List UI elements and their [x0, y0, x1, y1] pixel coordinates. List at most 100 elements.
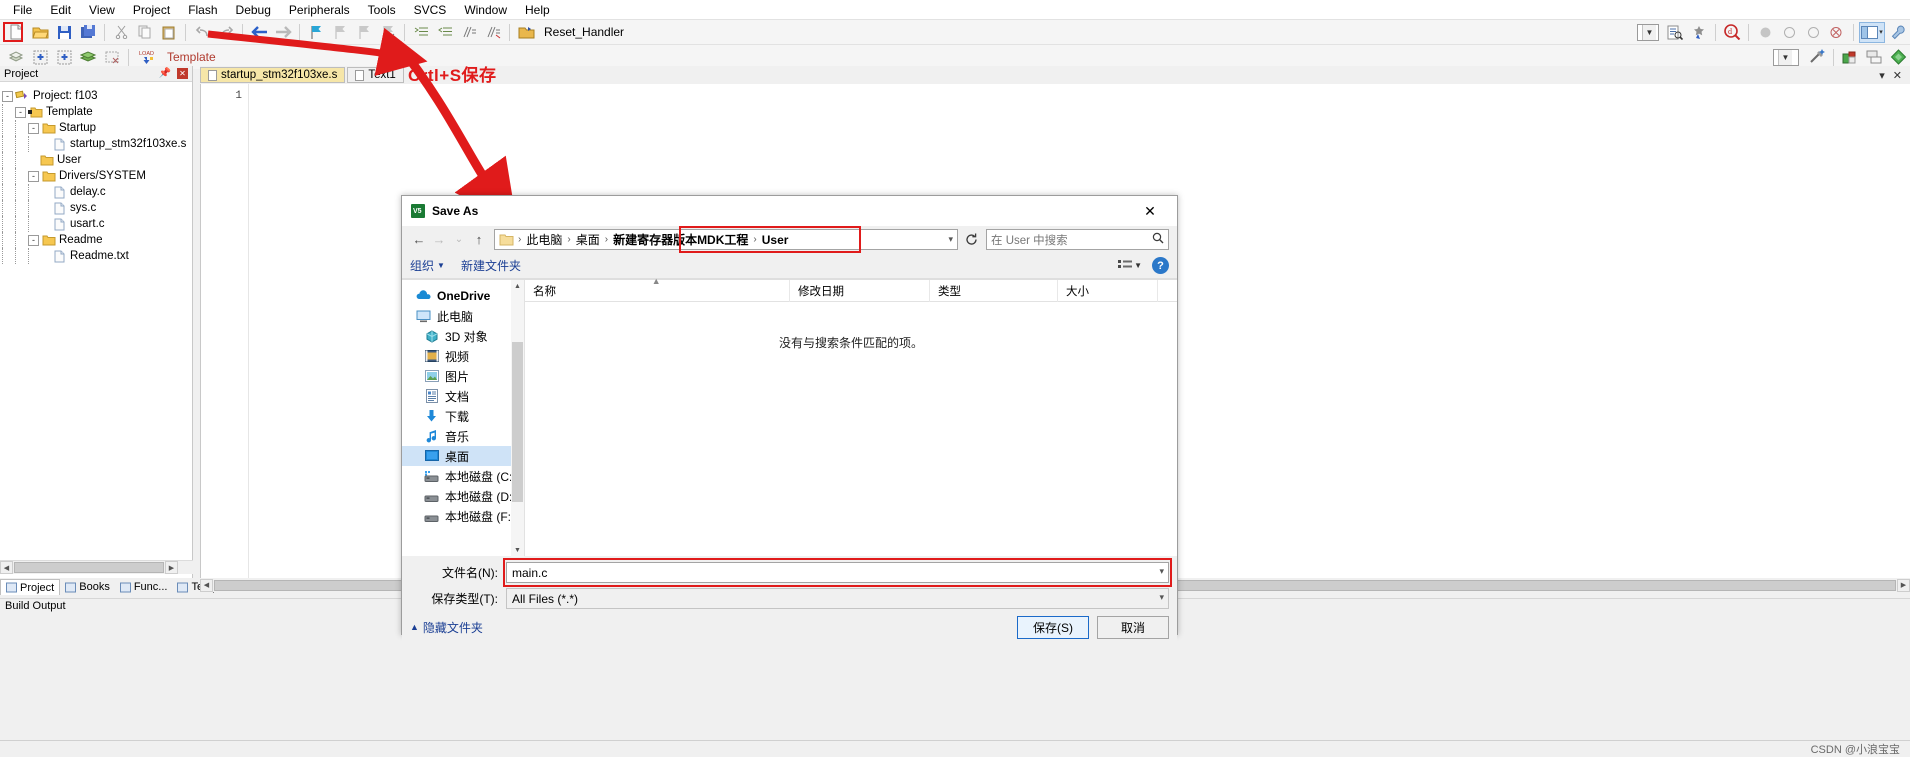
scroll-right-icon[interactable]: ▶	[165, 561, 178, 574]
comment-icon[interactable]	[458, 22, 480, 43]
tree-item-delay-c[interactable]: delay.c	[2, 184, 192, 200]
filetype-select[interactable]: All Files (*.*)	[506, 588, 1169, 609]
bookmark-prev-icon[interactable]	[353, 22, 375, 43]
tree-item-readme[interactable]: - Readme	[2, 232, 192, 248]
cut-icon[interactable]	[110, 22, 132, 43]
project-panel-hscrollbar[interactable]: ◀ ▶	[0, 560, 193, 574]
breakpoint-disable-icon[interactable]	[1778, 22, 1800, 43]
target-options-icon[interactable]	[1806, 47, 1828, 68]
menu-item-debug[interactable]: Debug	[227, 1, 280, 19]
menu-item-svcs[interactable]: SVCS	[405, 1, 456, 19]
place-item-documents[interactable]: 文档	[402, 386, 524, 406]
back-icon[interactable]: ←	[410, 230, 428, 250]
editor-tab-startup[interactable]: startup_stm32f103xe.s	[200, 67, 346, 83]
tree-expander-icon[interactable]: -	[28, 234, 39, 246]
tree-expander-icon[interactable]: -	[28, 122, 39, 134]
configure-toolbox-icon[interactable]	[1887, 22, 1909, 43]
breadcrumb-segment-3[interactable]: User	[759, 233, 792, 247]
indent-icon[interactable]	[410, 22, 432, 43]
cancel-button[interactable]: 取消	[1097, 615, 1169, 639]
pin-icon[interactable]: 📌	[159, 68, 171, 79]
address-bar[interactable]: › 此电脑 › 桌面 › 新建寄存器版本MDK工程 › User ▾	[494, 226, 958, 253]
undo-icon[interactable]	[191, 22, 213, 43]
clean-icon[interactable]	[101, 47, 123, 68]
refresh-icon[interactable]	[960, 229, 982, 250]
up-icon[interactable]: ↑	[470, 230, 488, 250]
place-item-videos[interactable]: 视频	[402, 346, 524, 366]
build-icon[interactable]	[29, 47, 51, 68]
column-header-3[interactable]: 大小	[1058, 279, 1158, 302]
save-all-icon[interactable]	[77, 22, 99, 43]
breadcrumb-segment-2[interactable]: 新建寄存器版本MDK工程	[610, 231, 751, 248]
tree-item-sys-c[interactable]: sys.c	[2, 200, 192, 216]
tree-item-readme-txt[interactable]: Readme.txt	[2, 248, 192, 264]
tree-item-startup-stm32f103xe-s[interactable]: startup_stm32f103xe.s	[2, 136, 192, 152]
translate-icon[interactable]	[5, 47, 27, 68]
window-layout-icon[interactable]: ▾	[1859, 21, 1885, 43]
editor-tab-text1[interactable]: Text1	[347, 67, 404, 83]
bookmark-icon[interactable]	[305, 22, 327, 43]
forward-icon[interactable]	[272, 22, 294, 43]
scroll-up-icon[interactable]: ▲	[511, 280, 524, 293]
organize-button[interactable]: 组织 ▼	[410, 257, 445, 274]
debug-session-icon[interactable]: d	[1721, 22, 1743, 43]
column-header-2[interactable]: 类型	[930, 279, 1058, 302]
save-button[interactable]: 保存(S)	[1017, 615, 1089, 639]
column-header-1[interactable]: 修改日期	[790, 279, 930, 302]
tree-expander-icon[interactable]: -	[2, 90, 13, 102]
breadcrumb[interactable]: › 此电脑 › 桌面 › 新建寄存器版本MDK工程 › User ▾	[494, 229, 958, 250]
tree-expander-icon[interactable]: -	[28, 170, 39, 182]
target-select-dropdown[interactable]: ▼	[1773, 48, 1799, 66]
menu-item-peripherals[interactable]: Peripherals	[280, 1, 359, 19]
project-tree[interactable]: - Project: f103- Template - Startup startup_s…	[0, 82, 192, 264]
uncomment-icon[interactable]	[482, 22, 504, 43]
place-item-this-pc[interactable]: 此电脑	[402, 306, 524, 326]
menu-item-flash[interactable]: Flash	[179, 1, 226, 19]
scroll-thumb[interactable]	[512, 342, 523, 502]
scroll-right-icon[interactable]: ▶	[1897, 578, 1910, 592]
tab-close-icon[interactable]: ✕	[1893, 69, 1902, 82]
target-function-dropdown[interactable]: ▼	[1637, 23, 1659, 41]
copy-icon[interactable]	[134, 22, 156, 43]
manage-project-items-icon[interactable]	[1839, 47, 1861, 68]
outdent-icon[interactable]	[434, 22, 456, 43]
menu-item-view[interactable]: View	[80, 1, 124, 19]
download-icon[interactable]: LOAD	[134, 47, 160, 68]
tree-item-usart-c[interactable]: usart.c	[2, 216, 192, 232]
open-folder-icon[interactable]	[29, 22, 51, 43]
place-item-desktop[interactable]: 桌面	[402, 446, 524, 466]
menu-item-window[interactable]: Window	[455, 1, 516, 19]
forward-icon[interactable]: →	[430, 230, 448, 250]
chevron-down-icon[interactable]: ▾	[948, 234, 953, 245]
save-icon[interactable]	[53, 22, 75, 43]
breakpoint-kill-icon[interactable]	[1826, 22, 1848, 43]
recent-locations-icon[interactable]: ⌄	[450, 230, 468, 250]
chevron-down-icon[interactable]: ▾	[1159, 566, 1164, 577]
scroll-left-icon[interactable]: ◀	[0, 561, 13, 574]
filename-input[interactable]: main.c	[506, 562, 1169, 583]
breadcrumb-segment-1[interactable]: 桌面	[573, 231, 603, 248]
tree-item-user[interactable]: User	[2, 152, 192, 168]
tree-item-template[interactable]: - Template	[2, 104, 192, 120]
place-item-drive-d[interactable]: 本地磁盘 (D:)	[402, 486, 524, 506]
scroll-left-icon[interactable]: ◀	[200, 578, 213, 592]
place-item-onedrive[interactable]: OneDrive	[402, 286, 524, 306]
breadcrumb-segment-0[interactable]: 此电脑	[523, 231, 565, 248]
tree-item-drivers-system[interactable]: - Drivers/SYSTEM	[2, 168, 192, 184]
place-item-music[interactable]: 音乐	[402, 426, 524, 446]
multi-project-icon[interactable]	[1863, 47, 1885, 68]
close-icon[interactable]: ✕	[177, 68, 188, 79]
project-tab-books[interactable]: Books	[60, 579, 115, 595]
menu-item-tools[interactable]: Tools	[359, 1, 405, 19]
tree-item-project-f103[interactable]: - Project: f103	[2, 88, 192, 104]
place-item-drive-f[interactable]: 本地磁盘 (F:)	[402, 506, 524, 526]
places-sidebar[interactable]: OneDrive 此电脑 3D 对象 视频 图片 文档 下载 音乐 桌面 本地磁盘 (C:) 本地磁…	[402, 280, 524, 557]
help-icon[interactable]: ?	[1152, 257, 1169, 274]
packs-icon[interactable]	[1887, 47, 1909, 68]
column-header-0[interactable]: 名称 ▲	[525, 276, 790, 302]
project-tab-project[interactable]: Project	[0, 579, 61, 595]
bookmark-clear-icon[interactable]	[377, 22, 399, 43]
find-in-files-icon[interactable]	[1664, 22, 1686, 43]
goto-definition-icon[interactable]	[515, 22, 537, 43]
configure-icon[interactable]	[1688, 22, 1710, 43]
